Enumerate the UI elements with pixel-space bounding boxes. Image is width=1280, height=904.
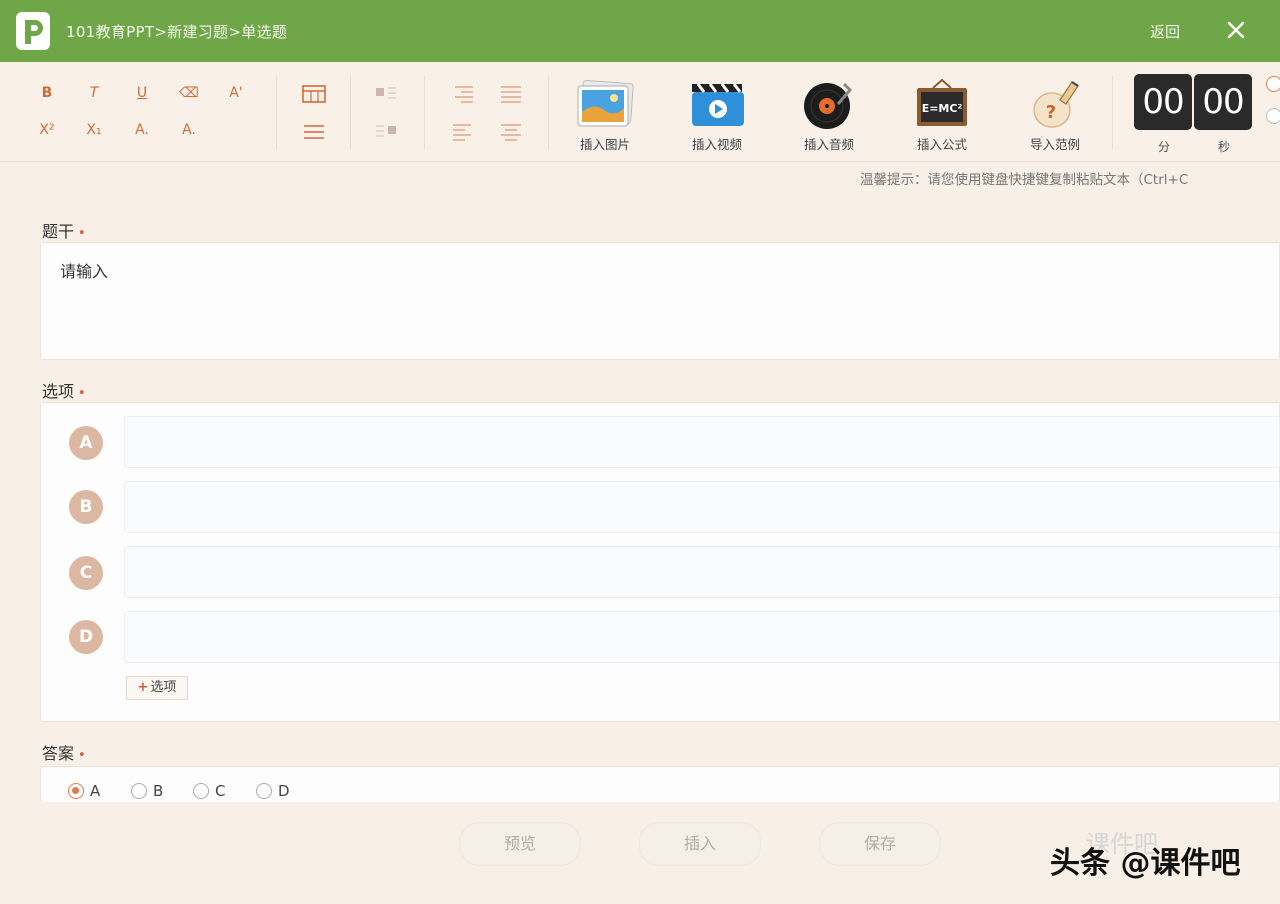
timer-mode-radio[interactable]: [1266, 76, 1280, 92]
highlight-color-button[interactable]: A.: [177, 122, 201, 138]
option-badge-d: D: [69, 620, 103, 654]
timer-mode-radio[interactable]: [1266, 108, 1280, 124]
options-label: 选项 •: [42, 378, 86, 402]
required-mark: •: [78, 226, 86, 241]
toolbar-bottom-border: [0, 161, 1280, 162]
required-mark: •: [78, 386, 86, 401]
insert-video-button[interactable]: 插入视频: [672, 78, 762, 158]
bold-button[interactable]: B: [35, 85, 59, 101]
answer-panel: [40, 766, 1280, 802]
image-wrap-left-icon[interactable]: [374, 84, 398, 104]
preview-button[interactable]: 预览: [459, 822, 581, 866]
add-option-label: 选项: [150, 680, 177, 695]
option-input-a[interactable]: [124, 416, 1280, 468]
svg-text:E=MC²: E=MC²: [922, 102, 963, 115]
superscript-button[interactable]: X²: [35, 122, 59, 138]
insert-formula-label: 插入公式: [916, 137, 967, 152]
timer-minutes-label: 分: [1158, 140, 1171, 154]
title-bar: 101教育PPT>新建习题>单选题 返回: [0, 0, 1280, 62]
stem-placeholder: 请输入: [60, 262, 109, 281]
answer-radio-d[interactable]: D: [256, 782, 290, 800]
image-wrap-right-icon[interactable]: [374, 122, 398, 142]
insert-button[interactable]: 插入: [639, 822, 761, 866]
option-badge-a: A: [69, 426, 103, 460]
align-right-icon[interactable]: [451, 84, 475, 104]
insert-video-label: 插入视频: [691, 137, 742, 152]
insert-audio-button[interactable]: 插入音频: [784, 78, 874, 158]
align-center-icon[interactable]: [499, 122, 523, 142]
radio-checked-icon: [68, 783, 84, 799]
align-left-icon[interactable]: [451, 122, 475, 142]
answer-radio-a[interactable]: A: [68, 782, 100, 800]
answer-radio-b[interactable]: B: [131, 782, 163, 800]
toolbar-divider: [1112, 76, 1113, 150]
answer-choice-label: B: [153, 782, 164, 800]
watermark: 头条 @课件吧: [1050, 846, 1241, 881]
app-logo-icon: [16, 12, 50, 50]
options-label-text: 选项: [42, 382, 75, 401]
stem-label-text: 题干: [42, 222, 75, 241]
import-example-label: 导入范例: [1029, 137, 1080, 152]
save-button[interactable]: 保存: [819, 822, 941, 866]
answer-choice-label: D: [278, 782, 290, 800]
stem-input[interactable]: [40, 242, 1280, 360]
option-badge-c: C: [69, 556, 103, 590]
font-color-button[interactable]: A.: [130, 122, 154, 138]
answer-choice-label: A: [90, 782, 101, 800]
insert-formula-button[interactable]: E=MC² 插入公式: [897, 78, 987, 158]
image-icon: [577, 80, 634, 127]
eraser-icon[interactable]: ⌫: [177, 85, 201, 101]
answer-label-text: 答案: [42, 744, 75, 763]
insert-image-button[interactable]: 插入图片: [560, 78, 650, 158]
hint-text: 温馨提示：请您使用键盘快捷键复制粘贴文本（Ctrl+C: [860, 172, 1189, 188]
insert-image-label: 插入图片: [579, 137, 630, 152]
list-icon[interactable]: [302, 122, 326, 142]
italic-button[interactable]: T: [82, 85, 106, 101]
option-input-c[interactable]: [124, 546, 1280, 598]
toolbar-divider: [276, 76, 277, 150]
import-example-button[interactable]: ? 导入范例: [1010, 78, 1100, 158]
option-input-d[interactable]: [124, 611, 1280, 663]
video-icon: [692, 83, 744, 126]
import-example-icon: ?: [1033, 81, 1079, 128]
underline-button[interactable]: U: [130, 85, 154, 101]
required-mark: •: [78, 748, 86, 763]
svg-text:?: ?: [1046, 102, 1056, 123]
table-icon[interactable]: [302, 84, 326, 104]
insert-audio-label: 插入音频: [803, 137, 854, 152]
back-button[interactable]: 返回: [1150, 21, 1180, 42]
subscript-button[interactable]: X₁: [82, 122, 106, 138]
stem-label: 题干 •: [42, 218, 86, 242]
align-justify-icon[interactable]: [499, 84, 523, 104]
toolbar-divider: [548, 76, 549, 150]
breadcrumb: 101教育PPT>新建习题>单选题: [66, 23, 288, 41]
radio-icon: [256, 783, 272, 799]
close-icon[interactable]: [1224, 18, 1248, 42]
answer-choice-label: C: [215, 782, 226, 800]
timer-minutes[interactable]: 00: [1134, 74, 1192, 130]
radio-icon: [131, 783, 147, 799]
option-badge-b: B: [69, 490, 103, 524]
timer-seconds-label: 秒: [1218, 140, 1231, 154]
answer-radio-c[interactable]: C: [193, 782, 225, 800]
toolbar-divider: [350, 76, 351, 150]
add-option-button[interactable]: + 选项: [126, 676, 188, 700]
font-size-up-button[interactable]: A': [224, 85, 248, 101]
radio-icon: [193, 783, 209, 799]
formula-icon: E=MC²: [917, 78, 967, 126]
timer-seconds[interactable]: 00: [1194, 74, 1252, 130]
answer-label: 答案 •: [42, 740, 86, 764]
plus-icon: +: [137, 680, 149, 695]
option-input-b[interactable]: [124, 481, 1280, 533]
toolbar-divider: [424, 76, 425, 150]
audio-icon: [804, 82, 853, 129]
